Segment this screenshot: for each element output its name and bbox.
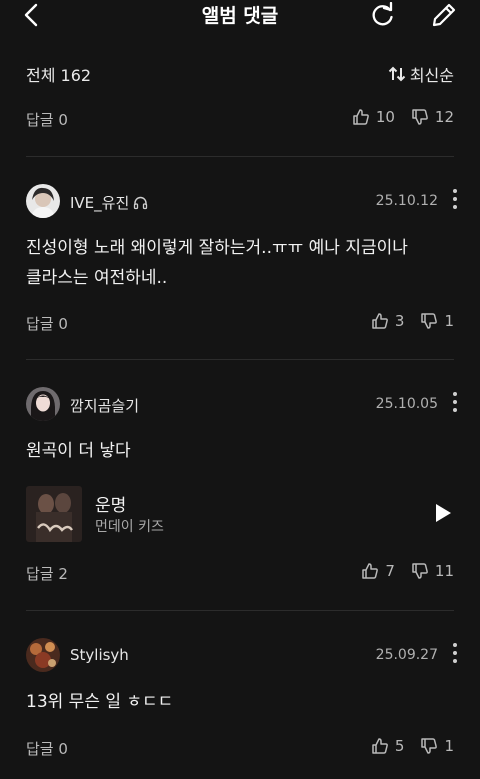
dislike-count: 1 <box>444 312 454 330</box>
comment-text: 원곡이 더 낳다 <box>26 436 454 466</box>
username[interactable]: 깜지곰슬기 <box>70 395 139 416</box>
like-button[interactable]: 10 <box>352 108 395 126</box>
comment-text-line: 클라스는 여전하네.. <box>26 268 168 288</box>
comment-text-line: 진성이형 노래 왜이렇게 잘하는거..ㅠㅠ 예나 지금이나 <box>26 238 408 258</box>
like-count: 5 <box>394 737 405 755</box>
like-button[interactable]: 5 <box>371 737 405 755</box>
play-icon[interactable] <box>432 501 454 525</box>
divider <box>26 156 454 157</box>
like-button[interactable]: 7 <box>361 562 395 580</box>
refresh-icon[interactable] <box>369 2 397 28</box>
like-button[interactable]: 3 <box>371 312 405 330</box>
username[interactable]: IVE_유진 <box>70 192 148 213</box>
dislike-button[interactable]: 1 <box>420 312 454 330</box>
thumbs-down-icon <box>421 738 438 754</box>
more-options-icon[interactable] <box>450 392 460 416</box>
reply-button[interactable]: 답글 0 <box>26 109 68 130</box>
comment-text: 13위 무슨 일 ㅎㄷㄷ <box>26 687 454 717</box>
thumbs-up-icon <box>372 313 388 329</box>
avatar[interactable] <box>26 184 60 218</box>
like-count: 7 <box>385 562 395 580</box>
total-count: 전체 162 <box>26 66 92 85</box>
thumbs-down-icon <box>412 109 428 125</box>
reply-button[interactable]: 답글 2 <box>26 563 68 584</box>
thumbs-up-icon <box>353 109 369 125</box>
comment-date: 25.09.27 <box>375 647 438 663</box>
headphones-icon <box>134 196 148 210</box>
like-count: 3 <box>394 312 405 330</box>
username-text: Stylisyh <box>70 646 129 664</box>
top-app-bar: 앨범 댓글 <box>0 0 480 30</box>
username-text: 깜지곰슬기 <box>70 397 140 415</box>
avatar[interactable] <box>26 387 60 421</box>
reply-button[interactable]: 답글 0 <box>26 738 68 759</box>
dislike-count: 11 <box>434 562 454 580</box>
edit-pencil-icon[interactable] <box>430 1 458 27</box>
thumbs-up-icon <box>372 738 388 754</box>
album-cover <box>26 486 82 542</box>
sort-arrows-icon <box>388 66 406 82</box>
comment-header: Stylisyh 25.09.27 <box>26 638 460 674</box>
thumbs-down-icon <box>412 563 428 579</box>
more-options-icon[interactable] <box>450 189 460 213</box>
more-options-icon[interactable] <box>450 643 460 667</box>
track-title: 운명 <box>95 496 127 516</box>
track-artist: 먼데이 키즈 <box>95 519 164 535</box>
attached-track[interactable]: 운명 먼데이 키즈 <box>26 486 454 542</box>
divider <box>26 610 454 611</box>
dislike-count: 12 <box>434 108 454 126</box>
comment-date: 25.10.05 <box>375 396 438 412</box>
comment-actions: 답글 0 5 1 <box>26 737 454 759</box>
comment-summary-row: 전체 162 최신순 <box>26 60 454 86</box>
like-count: 10 <box>375 108 395 126</box>
avatar[interactable] <box>26 638 60 672</box>
comment-header: 깜지곰슬기 25.10.05 <box>26 387 460 423</box>
sort-label: 최신순 <box>409 66 454 85</box>
username-text: IVE_유진 <box>70 194 130 212</box>
reply-button[interactable]: 답글 0 <box>26 313 68 334</box>
comment-actions: 답글 2 7 11 <box>26 562 454 584</box>
comment-actions: 답글 0 10 12 <box>26 108 454 130</box>
sort-button[interactable]: 최신순 <box>388 62 454 86</box>
divider <box>26 359 454 360</box>
comment-text-line: 13위 무슨 일 ㅎㄷㄷ <box>26 692 174 712</box>
username[interactable]: Stylisyh <box>70 646 129 664</box>
comment-text: 진성이형 노래 왜이렇게 잘하는거..ㅠㅠ 예나 지금이나 클라스는 여전하네.… <box>26 233 454 293</box>
comment-actions: 답글 0 3 1 <box>26 312 454 334</box>
page-title: 앨범 댓글 <box>201 5 279 27</box>
thumbs-up-icon <box>362 563 379 579</box>
dislike-count: 1 <box>444 737 454 755</box>
comment-header: IVE_유진 25.10.12 <box>26 184 460 220</box>
dislike-button[interactable]: 11 <box>411 562 454 580</box>
dislike-button[interactable]: 12 <box>411 108 454 126</box>
comment-date: 25.10.12 <box>375 193 438 209</box>
thumbs-down-icon <box>421 313 438 329</box>
dislike-button[interactable]: 1 <box>420 737 454 755</box>
comment-text-line: 원곡이 더 낳다 <box>26 441 131 461</box>
